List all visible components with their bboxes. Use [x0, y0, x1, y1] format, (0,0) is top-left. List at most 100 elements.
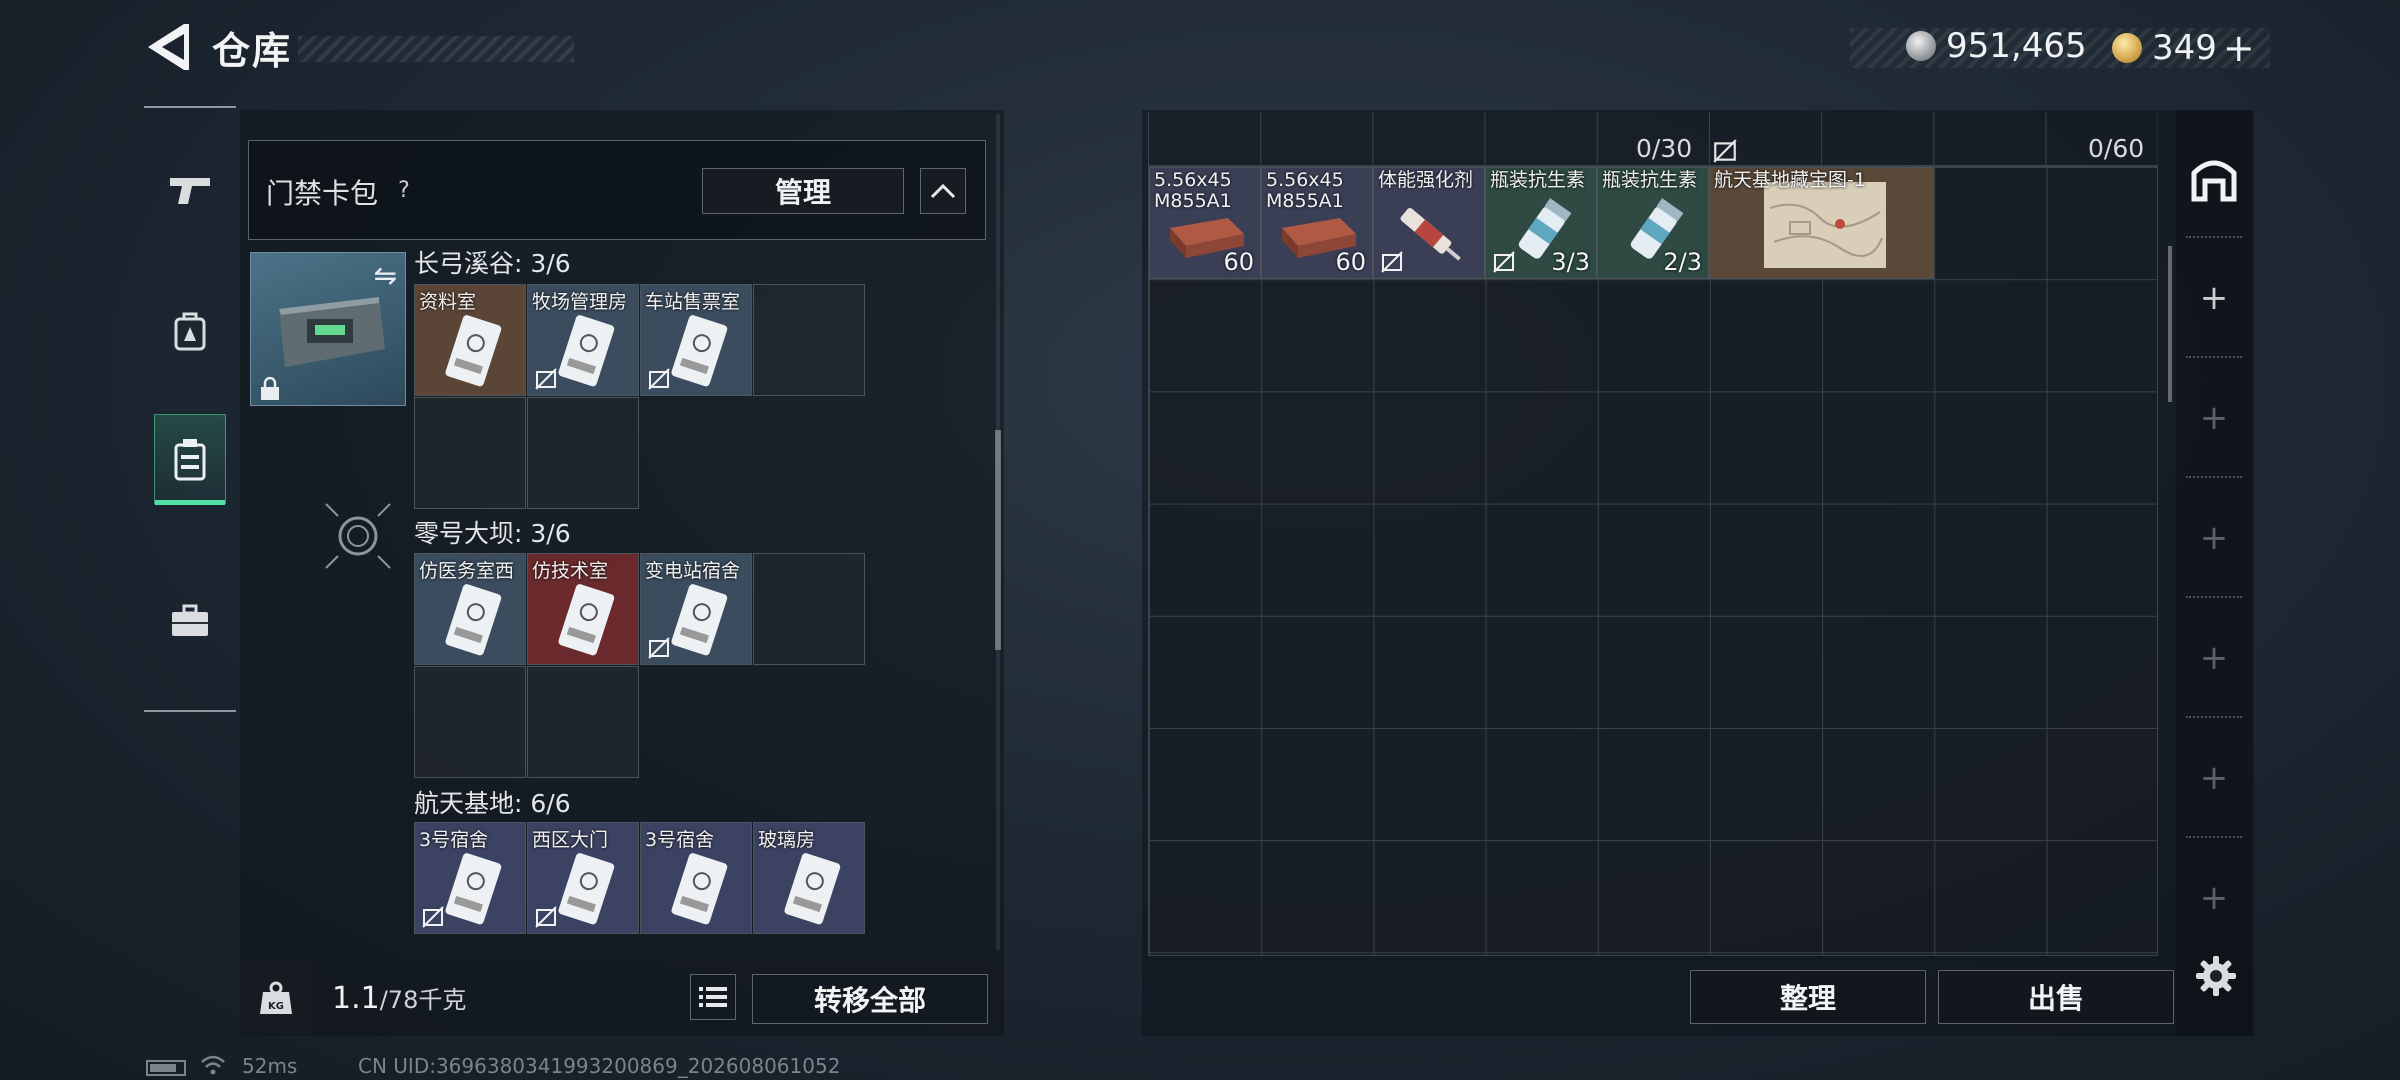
empty-slot[interactable] — [414, 397, 526, 509]
crosshair-icon — [325, 503, 391, 569]
keycard-slot[interactable]: 仿技术室 — [527, 553, 639, 665]
ping-readout: 52ms — [242, 1054, 298, 1078]
manage-button[interactable]: 管理 — [702, 168, 904, 214]
empty-slot[interactable] — [414, 666, 526, 778]
region-label: 长弓溪谷: 3/6 — [414, 249, 571, 278]
keycard-slot[interactable]: 资料室 — [414, 284, 526, 396]
inventory-item[interactable]: 5.56x45 M855A1 60 — [1261, 167, 1373, 279]
keycard-icon — [558, 584, 615, 656]
empty-slot[interactable] — [527, 397, 639, 509]
inventory-item[interactable]: 5.56x45 M855A1 60 — [1149, 167, 1261, 279]
keycard-slot[interactable]: 牧场管理房 — [527, 284, 639, 396]
item-name: 5.56x45 M855A1 — [1266, 169, 1344, 212]
sort-button[interactable]: 整理 — [1690, 970, 1926, 1024]
nav-toolbox[interactable] — [154, 576, 226, 666]
briefcase-icon — [172, 604, 208, 636]
keycard-icon — [445, 853, 502, 925]
keycard-name: 车站售票室 — [645, 291, 741, 313]
locked-storage-tab[interactable]: + — [2186, 510, 2242, 566]
keycard-slot[interactable]: 3号宿舍 — [640, 822, 752, 934]
keycard-slot[interactable]: 玻璃房 — [753, 822, 865, 934]
gold-coin-icon — [2112, 33, 2142, 63]
locked-storage-tab[interactable]: + — [2186, 630, 2242, 686]
list-view-button[interactable] — [690, 974, 736, 1020]
collapse-button[interactable] — [920, 168, 966, 214]
weight-capacity: /78千克 — [379, 986, 467, 1014]
no-sell-icon — [535, 906, 557, 928]
item-name: 航天基地藏宝图-1 — [1714, 169, 1866, 191]
keycard-slot[interactable]: 3号宿舍 — [414, 822, 526, 934]
warehouse-icon — [2191, 160, 2237, 202]
syringe-icon — [1400, 207, 1461, 261]
right-scrollbar-thumb[interactable] — [2168, 246, 2172, 402]
keycard-name: 仿技术室 — [532, 560, 609, 582]
transfer-all-button[interactable]: 转移全部 — [752, 974, 988, 1024]
keycard-slot[interactable]: 变电站宿舍 — [640, 553, 752, 665]
capacity-counter: 0/30 — [1636, 134, 1693, 163]
no-sell-icon — [422, 906, 444, 928]
svg-text:KG: KG — [268, 1001, 284, 1012]
add-storage-tab-button[interactable]: + — [2186, 270, 2242, 326]
item-count: 60 — [1335, 248, 1366, 276]
keycard-name: 资料室 — [419, 291, 477, 313]
keycard-slot[interactable]: 车站售票室 — [640, 284, 752, 396]
nav-card-holder[interactable] — [154, 414, 226, 505]
no-sell-icon — [535, 368, 557, 390]
inventory-item[interactable]: 航天基地藏宝图-1 — [1709, 167, 1934, 279]
lock-icon — [261, 377, 279, 400]
keycard-icon — [445, 315, 502, 387]
nav-equipment[interactable] — [154, 286, 226, 376]
no-sell-icon — [1493, 251, 1515, 273]
weight-readout: 1.1/78千克 — [332, 980, 466, 1016]
storage-tab-main[interactable] — [2186, 150, 2242, 206]
locked-storage-tab[interactable]: + — [2186, 870, 2242, 926]
item-name: 体能强化剂 — [1378, 169, 1474, 191]
region-label: 航天基地: 6/6 — [414, 789, 571, 818]
locked-storage-tab[interactable]: + — [2186, 750, 2242, 806]
help-icon[interactable]: ? — [388, 174, 420, 206]
inventory-item[interactable]: 瓶装抗生素 2/3 — [1597, 167, 1709, 279]
keycard-name: 变电站宿舍 — [645, 560, 741, 582]
keycard-icon — [558, 853, 615, 925]
empty-slot[interactable] — [753, 553, 865, 665]
add-currency-button[interactable]: + — [2223, 26, 2255, 70]
item-count: 3/3 — [1551, 248, 1590, 276]
silver-currency: 951,465 — [1906, 26, 2087, 66]
keycard-name: 牧场管理房 — [532, 291, 628, 313]
left-scrollbar-thumb[interactable] — [995, 430, 1001, 650]
locked-storage-tab[interactable]: + — [2186, 390, 2242, 446]
nav-weapons[interactable] — [154, 146, 226, 236]
empty-slot[interactable] — [753, 284, 865, 396]
list-icon — [699, 987, 727, 1007]
storage-grid[interactable] — [1148, 166, 2158, 956]
keycard-icon — [671, 853, 728, 925]
gear-icon[interactable] — [2194, 954, 2238, 998]
item-count: 2/3 — [1663, 248, 1702, 276]
back-arrow-icon[interactable] — [144, 22, 190, 72]
keycard-slot[interactable]: 仿医务室西 — [414, 553, 526, 665]
inventory-item[interactable]: 瓶装抗生素 3/3 — [1485, 167, 1597, 279]
weight-kg-icon: KG — [260, 981, 292, 1014]
keycard-slot[interactable]: 西区大门 — [527, 822, 639, 934]
keycard-name: 西区大门 — [532, 829, 609, 851]
inventory-item[interactable]: 体能强化剂 — [1373, 167, 1485, 279]
page-title: 仓库 — [212, 29, 293, 73]
swap-icon[interactable]: ⇋ — [374, 259, 397, 292]
weight-current: 1.1 — [332, 981, 380, 1016]
keycard-icon — [671, 315, 728, 387]
keycard-holder-icon — [174, 439, 206, 481]
empty-slot[interactable] — [527, 666, 639, 778]
keycard-wallet-slot[interactable]: ⇋ — [250, 252, 406, 406]
wifi-icon — [201, 1055, 225, 1075]
title-decoration — [298, 36, 574, 62]
silver-amount: 951,465 — [1946, 26, 2087, 66]
region-label: 零号大坝: 3/6 — [414, 519, 571, 548]
keycard-icon — [784, 853, 841, 925]
gold-currency[interactable]: 349 + — [2112, 26, 2255, 70]
keycard-icon — [671, 584, 728, 656]
no-sell-icon — [648, 368, 670, 390]
item-count: 60 — [1223, 248, 1254, 276]
silver-coin-icon — [1906, 31, 1936, 61]
sell-button[interactable]: 出售 — [1938, 970, 2174, 1024]
keycard-icon — [558, 315, 615, 387]
